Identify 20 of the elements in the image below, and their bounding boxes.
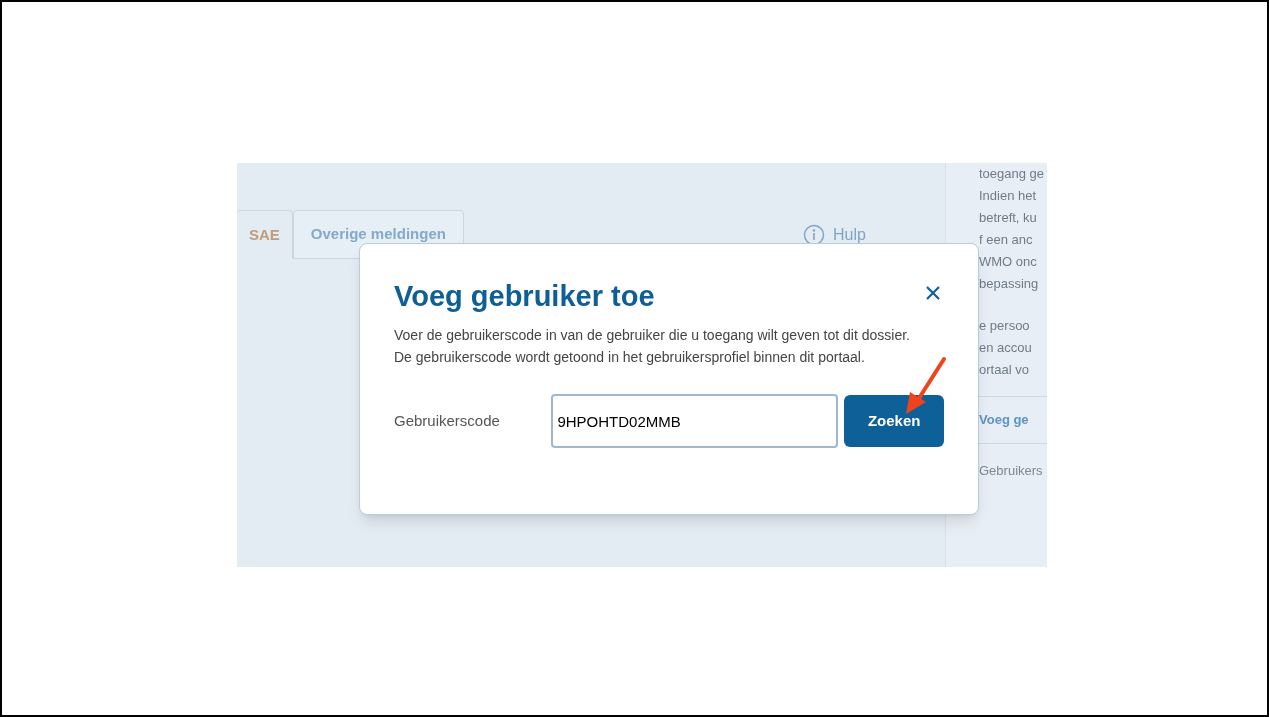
panel-text: e persoo bbox=[979, 317, 1031, 335]
panel-text: WMO onc bbox=[979, 253, 1038, 271]
help-link[interactable]: Hulp bbox=[803, 223, 866, 247]
panel-label: Gebruikers bbox=[979, 463, 1043, 478]
search-button[interactable]: Zoeken bbox=[844, 395, 944, 447]
tab[interactable]: SAE bbox=[237, 210, 293, 259]
panel-text: toegang ge bbox=[979, 165, 1046, 183]
user-code-field[interactable]: 9HPOHTD02MMB bbox=[551, 394, 839, 448]
field-label: Gebruikerscode bbox=[394, 410, 501, 431]
dialog-description: Voer de gebruikerscode in van de gebruiker die u toegang wilt geven tot dit dossier. De gebruikerscode wordt getoond in het gebruikersprofiel binnen dit portaal. bbox=[394, 326, 911, 367]
dialog-title: Voeg gebruiker toe bbox=[394, 279, 655, 314]
info-icon bbox=[803, 224, 825, 246]
panel-text: f een anc bbox=[979, 231, 1034, 249]
panel-text: bepassing bbox=[979, 275, 1040, 293]
panel-text: ortaal vo bbox=[979, 361, 1030, 379]
add-user-link[interactable]: Voeg ge bbox=[979, 412, 1029, 427]
panel-text: en accou bbox=[979, 339, 1033, 357]
panel-text: betreft, ku bbox=[979, 209, 1038, 227]
close-icon[interactable] bbox=[924, 284, 942, 302]
panel-text: Indien het bbox=[979, 187, 1038, 205]
